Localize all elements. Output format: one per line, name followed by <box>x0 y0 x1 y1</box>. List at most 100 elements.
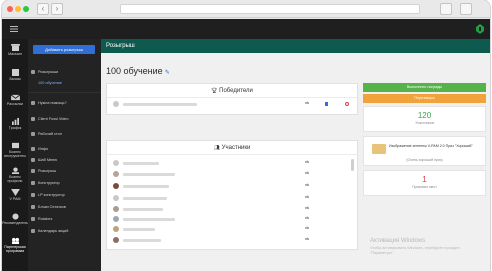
award-button[interactable]: Выполнить награды <box>363 83 486 92</box>
profile-icon <box>11 167 19 174</box>
remove-icon[interactable] <box>345 102 349 106</box>
participant-row[interactable]: vk <box>113 226 351 234</box>
restart-button[interactable]: Перезапуск <box>363 94 486 103</box>
nav-recommend[interactable]: Рекомендатель <box>2 213 28 225</box>
nav-vpam[interactable]: V РАМ <box>2 189 28 201</box>
scrollbar-thumb[interactable] <box>351 159 354 171</box>
minimize-dot-icon[interactable] <box>15 6 21 12</box>
winner-name <box>123 103 197 106</box>
vk-badge: vk <box>305 237 309 241</box>
vpam-icon <box>10 189 20 196</box>
winners-stat: 1 Призовых мест <box>363 170 486 196</box>
nav-partner[interactable]: Партнерская программа <box>2 237 28 253</box>
participant-row[interactable]: vk <box>113 183 351 191</box>
browser-toolbar: ‹ › <box>2 0 490 18</box>
participant-row[interactable]: vk <box>113 216 351 224</box>
secondary-sidebar: Добавить розыгрыш Розыгрыши 100 обучение… <box>28 39 101 271</box>
sidebar-item-menu[interactable]: Шаб Меню <box>31 156 99 164</box>
add-giveaway-button[interactable]: Добавить розыгрыш <box>33 45 95 54</box>
sidebar-item-desktop[interactable]: Рабочий стол <box>31 130 99 138</box>
tabs-icon[interactable] <box>460 3 472 15</box>
participants-count: 120 <box>417 111 432 120</box>
video-icon <box>31 116 35 121</box>
nav-store[interactable]: Магазин <box>2 44 28 56</box>
close-dot-icon[interactable] <box>7 6 13 12</box>
prize-sub: (Очень хороший приз) <box>406 158 443 162</box>
sidebar-item-giveaway[interactable]: Розыгрыш <box>31 167 99 175</box>
avatar <box>113 160 119 166</box>
nav-label: Рассылки <box>6 102 24 106</box>
share-icon[interactable] <box>440 3 452 15</box>
builder-icon <box>31 180 35 185</box>
sidebar-item-rotators[interactable]: Rotators <box>31 215 99 223</box>
participants-stat: 120 Участников <box>363 106 486 132</box>
participant-name <box>123 197 167 200</box>
sidebar-item-video[interactable]: Client Fussi Video <box>31 115 99 123</box>
sidebar-item-label: Конструктор <box>38 181 60 185</box>
winner-row[interactable]: vk <box>113 101 351 109</box>
primary-sidebar: Магазин Заказы Рассылки Трафик Бизнес ин… <box>2 39 28 271</box>
back-button[interactable]: ‹ <box>37 3 49 15</box>
maximize-dot-icon[interactable] <box>23 6 29 12</box>
vk-badge: vk <box>305 183 309 187</box>
section-header: Розыгрыш <box>101 39 490 53</box>
desktop-icon <box>31 131 35 136</box>
participant-row[interactable]: vk <box>113 237 351 245</box>
participants-panel: 👥︎ Участники vk vk vk vk vk vk vk vk <box>106 140 358 250</box>
activation-watermark-title: Активация Windows <box>370 238 426 244</box>
page-title: 100 обучение ✎ <box>106 66 170 76</box>
traffic-icon <box>11 118 19 125</box>
avatar <box>113 216 119 222</box>
nav-label: V РАМ <box>9 197 21 201</box>
forward-button[interactable]: › <box>51 3 63 15</box>
nav-tools[interactable]: Бизнес инструменты <box>2 142 28 158</box>
nav-orders[interactable]: Заказы <box>2 69 28 81</box>
avatar <box>113 237 119 243</box>
participant-name <box>123 218 175 221</box>
participants-label: Участников <box>415 121 434 125</box>
top-bar <box>2 19 490 39</box>
nav-label: Магазин <box>8 52 22 56</box>
gift-icon <box>31 168 35 173</box>
blocks-icon <box>31 204 35 209</box>
sidebar-item-blocks[interactable]: Блоки Остатков <box>31 203 99 211</box>
avatar <box>113 101 119 107</box>
participant-row[interactable]: vk <box>113 206 351 214</box>
participant-row[interactable]: vk <box>113 171 351 179</box>
nav-traffic[interactable]: Трафик <box>2 118 28 130</box>
sidebar-item-label: Нужна помощь? <box>38 101 67 105</box>
vk-badge: vk <box>305 195 309 199</box>
vk-badge: vk <box>305 101 309 105</box>
sidebar-item-giveaways[interactable]: Розыгрыши <box>31 68 99 76</box>
sidebar-item-label: Блоки Остатков <box>38 205 66 209</box>
info-icon[interactable] <box>325 102 328 106</box>
sidebar-item-label: Розыгрыш <box>38 169 57 173</box>
nav-label: Партнерская программа <box>4 245 26 253</box>
participant-row[interactable]: vk <box>113 195 351 203</box>
sidebar-item-active[interactable]: 100 обучение <box>31 79 99 87</box>
browser-window: ‹ › Магазин Заказы Рассылки Трафик Бизне… <box>2 0 490 271</box>
sidebar-item-builder[interactable]: Конструктор <box>31 179 99 187</box>
sidebar-item-help[interactable]: Нужна помощь? <box>31 99 99 107</box>
sidebar-item-info[interactable]: Инфо <box>31 145 99 153</box>
recommend-icon <box>11 213 19 220</box>
app-root: Магазин Заказы Рассылки Трафик Бизнес ин… <box>2 19 490 271</box>
avatar <box>113 195 119 201</box>
sidebar-item-calendar[interactable]: Календарь акций <box>31 227 99 235</box>
address-bar[interactable] <box>120 4 420 14</box>
lp-icon <box>31 192 35 197</box>
participant-name <box>123 239 161 242</box>
participant-row[interactable]: vk <box>113 160 351 168</box>
nav-profile[interactable]: Бизнес профиль <box>2 167 28 183</box>
edit-pencil-icon[interactable]: ✎ <box>165 70 170 76</box>
participant-name <box>123 162 159 165</box>
sidebar-item-lp-builder[interactable]: LP конструктор <box>31 191 99 199</box>
avatar <box>113 226 119 232</box>
sidebar-item-label: 100 обучение <box>38 81 62 85</box>
nav-label: Рекомендатель <box>2 221 28 225</box>
hamburger-menu-icon[interactable] <box>10 26 18 32</box>
nav-mailing[interactable]: Рассылки <box>2 94 28 106</box>
participant-name <box>123 185 169 188</box>
vk-badge: vk <box>305 160 309 164</box>
winners-panel: 🏆︎ Победители vk <box>106 83 358 115</box>
